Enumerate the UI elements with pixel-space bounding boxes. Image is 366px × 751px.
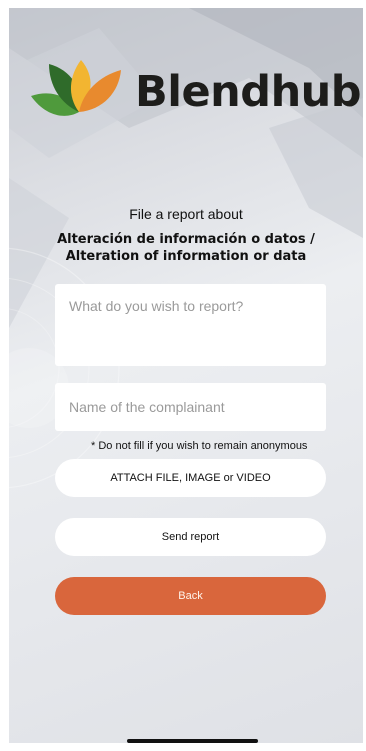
anonymous-note: * Do not fill if you wish to remain anon… — [91, 440, 308, 452]
back-button[interactable]: Back — [55, 577, 326, 615]
report-topic: Alteración de información o datos / Alte… — [57, 232, 315, 264]
brand-name: Blendhub — [135, 67, 362, 117]
leaf-logo-icon — [31, 60, 121, 116]
report-description-input[interactable] — [55, 284, 326, 366]
send-report-button[interactable]: Send report — [55, 518, 326, 556]
report-heading: File a report about — [129, 206, 243, 222]
complainant-name-input[interactable] — [55, 383, 326, 431]
brand-logo: Blendhub — [29, 56, 362, 126]
home-indicator[interactable] — [127, 739, 258, 743]
app-screen: Blendhub File a report about Alteración … — [9, 8, 363, 743]
attach-file-button[interactable]: ATTACH FILE, IMAGE or VIDEO — [55, 459, 326, 497]
